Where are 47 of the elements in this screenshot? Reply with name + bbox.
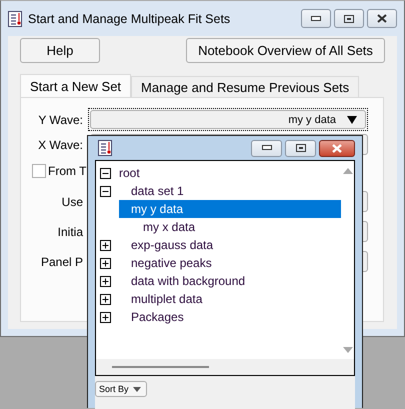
window-title: Start and Manage Multipeak Fit Sets: [28, 12, 230, 26]
dropdown-arrow-icon: [347, 116, 357, 124]
expand-icon[interactable]: [100, 276, 111, 286]
tab[interactable]: Manage and Resume Previous Sets: [131, 76, 360, 97]
checkbox[interactable]: [32, 164, 46, 178]
tree-item[interactable]: data set 1: [131, 182, 184, 200]
expand-icon[interactable]: [100, 294, 111, 304]
tree-item[interactable]: my x data: [143, 218, 196, 236]
maximize-icon: [296, 144, 306, 152]
notebook-button[interactable]: Notebook Overview of All Sets: [186, 38, 385, 63]
horizontal-scrollbar[interactable]: [96, 359, 354, 375]
expand-icon[interactable]: [100, 312, 111, 322]
collapse-icon[interactable]: [100, 186, 111, 196]
caret-icon: [132, 386, 141, 392]
close-button[interactable]: [367, 9, 397, 28]
field-label: Panel P: [40, 254, 84, 268]
maximize-button[interactable]: [334, 9, 364, 28]
close-button[interactable]: [319, 140, 355, 156]
help-button[interactable]: Help: [20, 38, 100, 63]
tree-item[interactable]: Packages: [131, 308, 184, 326]
tree-item[interactable]: data with background: [131, 272, 246, 290]
field-label: Y Wave:: [37, 112, 84, 126]
minimize-button[interactable]: [251, 140, 282, 156]
tree-item[interactable]: exp-gauss data: [131, 236, 214, 254]
expand-icon[interactable]: [100, 258, 111, 268]
sort-by-button[interactable]: Sort By: [95, 381, 147, 397]
y-wave-dropdown[interactable]: my y data: [90, 110, 366, 129]
minimize-icon: [262, 145, 272, 151]
tree-item[interactable]: my y data: [119, 200, 341, 218]
field-label: X Wave:: [37, 138, 84, 152]
close-icon: [331, 144, 343, 152]
tab[interactable]: Start a New Set: [20, 74, 132, 97]
field-label: Initia: [56, 224, 84, 238]
checkbox-label: From T: [48, 164, 86, 178]
tree-item[interactable]: negative peaks: [131, 254, 212, 272]
collapse-icon[interactable]: [100, 168, 111, 178]
app-icon: [98, 140, 112, 156]
tree-item[interactable]: root: [119, 164, 140, 182]
close-icon: [377, 14, 387, 23]
maximize-button[interactable]: [285, 140, 316, 156]
maximize-icon: [344, 14, 354, 22]
tree-item[interactable]: multiplet data: [131, 290, 202, 308]
expand-icon[interactable]: [100, 240, 111, 250]
app-icon: [8, 10, 22, 26]
field-label: Use: [60, 194, 84, 208]
minimize-icon: [311, 16, 321, 22]
minimize-button[interactable]: [301, 9, 331, 28]
